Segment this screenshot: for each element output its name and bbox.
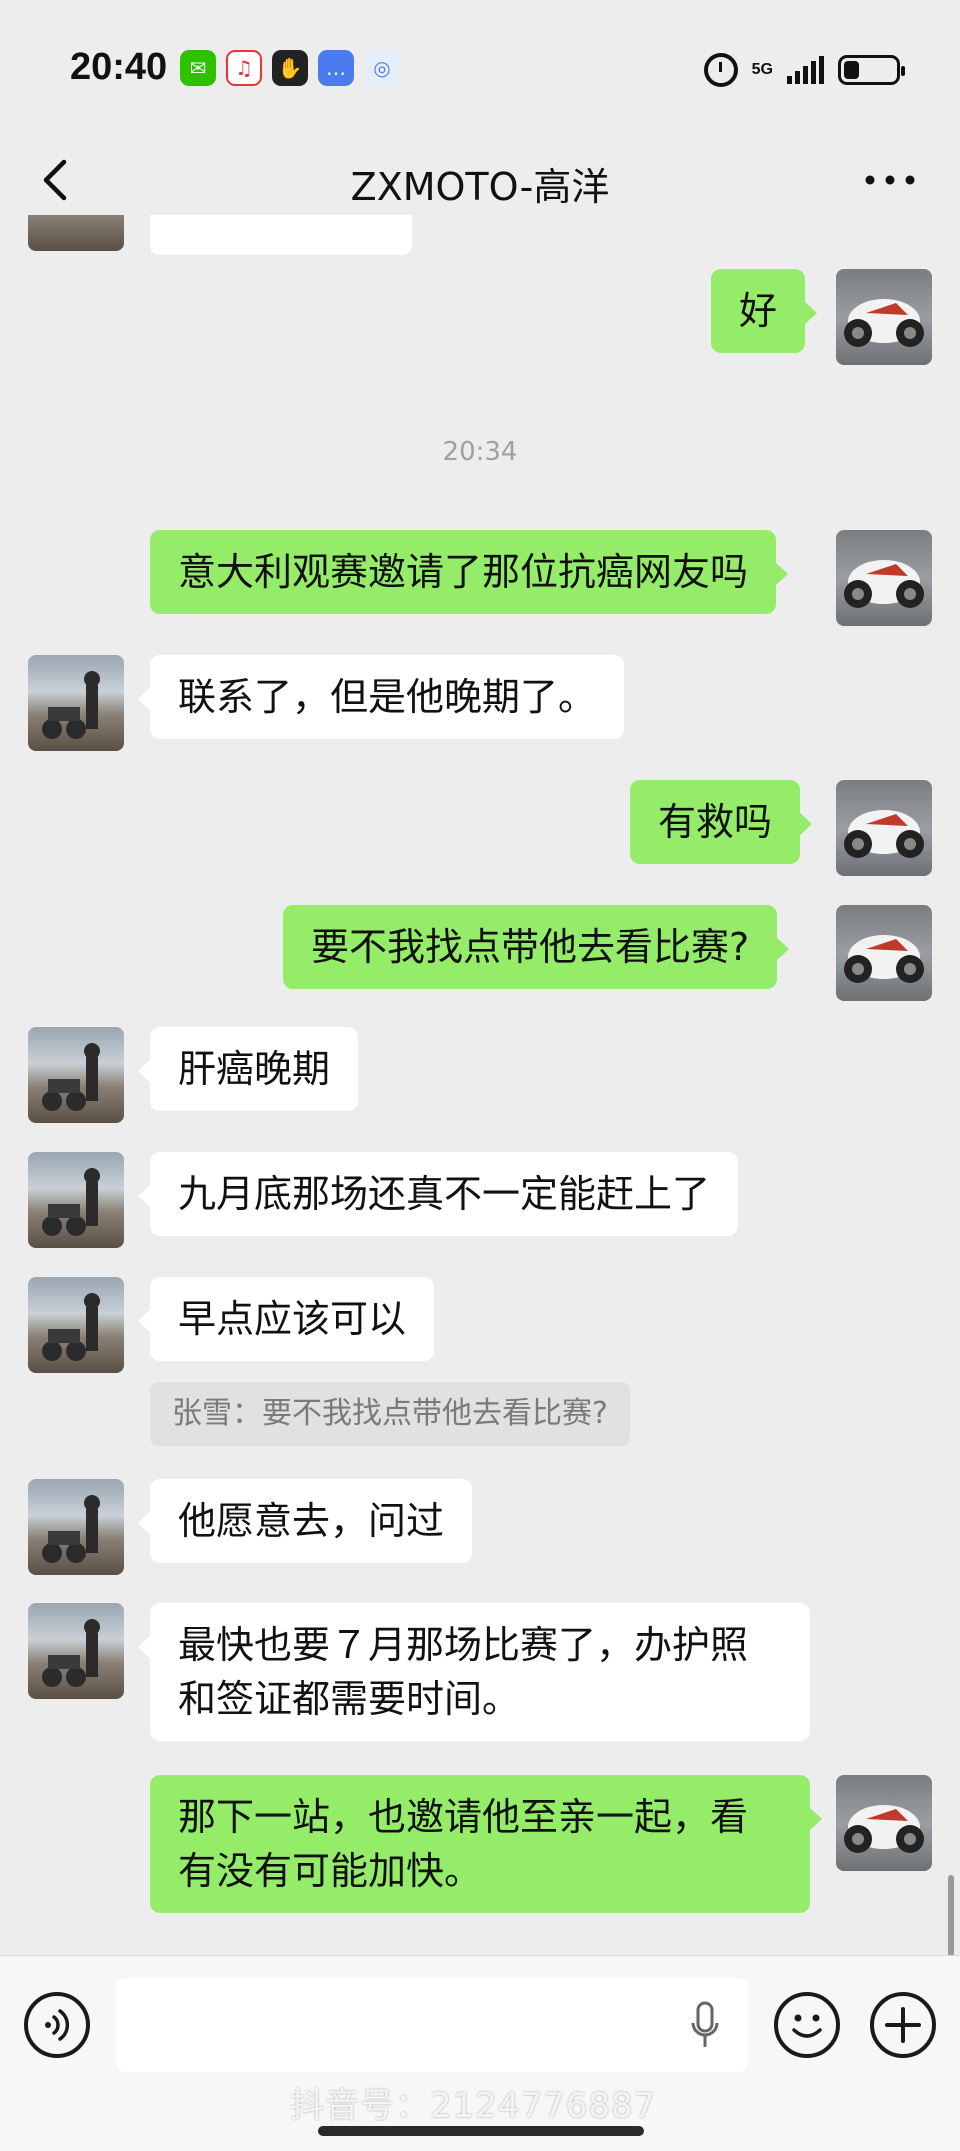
smiley-icon xyxy=(792,2014,822,2038)
voice-wave-icon xyxy=(45,2009,70,2041)
contact-avatar[interactable] xyxy=(28,215,124,251)
contact-avatar[interactable] xyxy=(28,1479,124,1575)
message-input[interactable] xyxy=(116,1978,748,2072)
status-time: 20:40 xyxy=(70,46,168,88)
rider-avatar-image xyxy=(42,1495,100,1563)
battery-icon xyxy=(838,55,905,85)
message-bubble-incoming[interactable]: 九月底那场还真不一定能赶上了 xyxy=(137,1152,739,1236)
status-bar: 20:40 ✉ ♫ ✋ … ◎ 5G xyxy=(0,0,960,130)
chat-title: ZXMOTO-高洋 xyxy=(350,165,610,209)
chat-icon: … xyxy=(318,50,354,86)
microphone-icon[interactable] xyxy=(690,2001,720,2051)
message-bubble-incoming[interactable]: 肝癌晚期 xyxy=(137,1027,359,1111)
cloud-icon: ◎ xyxy=(364,50,400,86)
voice-toggle-button[interactable] xyxy=(24,1992,90,2058)
more-options-icon[interactable] xyxy=(860,158,920,202)
quoted-reply[interactable]: 张雪：要不我找点带他去看比赛? xyxy=(150,1382,630,1446)
rider-avatar-image xyxy=(42,1619,100,1687)
alarm-icon xyxy=(703,53,738,87)
message-bubble-outgoing[interactable]: 好 xyxy=(711,269,818,353)
rider-avatar-image xyxy=(42,1043,100,1111)
contact-avatar[interactable] xyxy=(28,655,124,751)
message-bubble-incoming[interactable]: 早点应该可以 xyxy=(137,1277,435,1361)
my-avatar[interactable] xyxy=(836,1775,932,1871)
hand-icon: ✋ xyxy=(272,50,308,86)
home-indicator[interactable] xyxy=(318,2126,644,2136)
motorcycle-avatar-image xyxy=(844,560,924,608)
scrollbar[interactable] xyxy=(948,1875,954,1955)
rider-avatar-image xyxy=(42,671,100,739)
network-type: 5G xyxy=(751,61,773,78)
emoji-button[interactable] xyxy=(774,1992,840,2058)
message-timestamp: 20:34 xyxy=(442,437,518,467)
motorcycle-avatar-image xyxy=(844,299,924,347)
my-avatar[interactable] xyxy=(836,780,932,876)
wechat-icon: ✉ xyxy=(180,50,216,86)
message-list[interactable]: 好 20:34 意大利观赛邀请了那位抗癌网友吗 联系了，但是他晚期了。 有救吗 xyxy=(0,215,960,1955)
message-bubble-incoming[interactable]: 最快也要７月那场比赛了，办护照 和签证都需要时间。 xyxy=(138,1603,810,1741)
message-bubble-outgoing[interactable]: 那下一站，也邀请他至亲一起，看 有没有可能加快。 xyxy=(150,1775,822,1913)
contact-avatar[interactable] xyxy=(28,1152,124,1248)
contact-avatar[interactable] xyxy=(28,1277,124,1373)
message-bubble-outgoing[interactable]: 要不我找点带他去看比赛? xyxy=(283,905,790,989)
my-avatar[interactable] xyxy=(836,905,932,1001)
status-indicators: 5G xyxy=(703,50,905,90)
rider-avatar-image xyxy=(42,1293,100,1361)
message-bubble-incoming[interactable]: 联系了，但是他晚期了。 xyxy=(137,655,625,739)
music-icon: ♫ xyxy=(226,50,262,86)
message-bubble-outgoing[interactable]: 意大利观赛邀请了那位抗癌网友吗 xyxy=(150,530,789,614)
douyin-watermark: 抖音号：2124776887 xyxy=(290,2086,657,2126)
my-avatar[interactable] xyxy=(836,269,932,365)
contact-avatar[interactable] xyxy=(28,1027,124,1123)
message-bubble-incoming[interactable]: 他愿意去，问过 xyxy=(137,1479,473,1563)
message-bubble-incoming[interactable] xyxy=(150,215,412,255)
rider-avatar-image xyxy=(42,1168,100,1236)
more-functions-button[interactable] xyxy=(870,1992,936,2058)
contact-avatar[interactable] xyxy=(28,1603,124,1699)
motorcycle-avatar-image xyxy=(844,1805,924,1853)
signal-icon xyxy=(787,56,824,84)
motorcycle-avatar-image xyxy=(844,810,924,858)
message-bubble-outgoing[interactable]: 有救吗 xyxy=(630,780,813,864)
my-avatar[interactable] xyxy=(836,530,932,626)
plus-icon xyxy=(885,2007,921,2043)
motorcycle-avatar-image xyxy=(844,935,924,983)
